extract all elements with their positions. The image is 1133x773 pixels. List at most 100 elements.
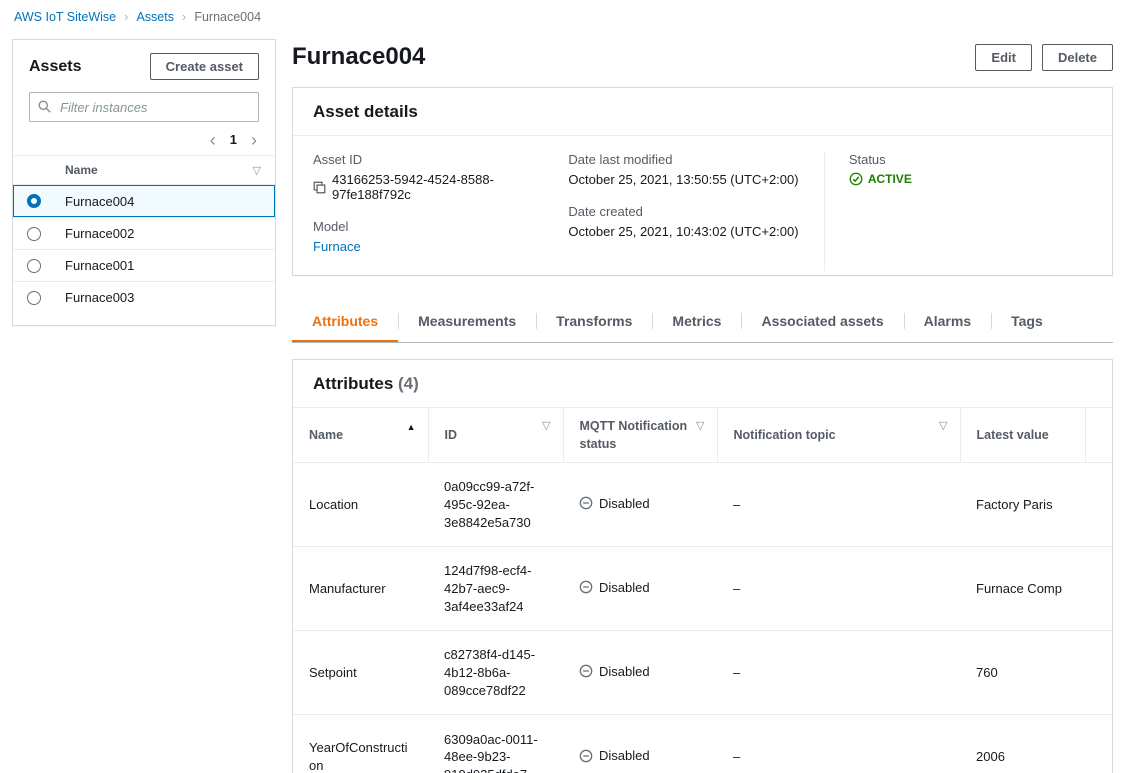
pagination: ‹ 1 ›: [13, 122, 275, 155]
model-link[interactable]: Furnace: [313, 239, 361, 254]
column-header-latest-value[interactable]: Latest value: [960, 408, 1085, 463]
create-asset-button[interactable]: Create asset: [150, 53, 259, 80]
clipped-cell: [1085, 547, 1112, 631]
tab-tags[interactable]: Tags: [991, 302, 1063, 342]
status-value: ACTIVE: [868, 172, 912, 186]
tab-alarms[interactable]: Alarms: [904, 302, 991, 342]
column-label: MQTT Notification status: [580, 419, 688, 451]
attributes-header: Attributes (4): [293, 360, 1112, 408]
radio-unselected-icon[interactable]: [27, 259, 41, 273]
date-modified-value: October 25, 2021, 13:50:55 (UTC+2:00): [568, 172, 823, 187]
attributes-card: Attributes (4) Name ▲ ID: [292, 359, 1113, 773]
attribute-id: 6309a0ac-0011-48ee-9b23-919d025dfde7: [444, 732, 538, 773]
breadcrumb: AWS IoT SiteWise › Assets › Furnace004: [0, 0, 1133, 31]
filter-field: [29, 92, 259, 122]
notification-topic: –: [733, 749, 740, 764]
next-page-icon[interactable]: ›: [251, 133, 257, 147]
mqtt-status: Disabled: [579, 663, 650, 681]
delete-button[interactable]: Delete: [1042, 44, 1113, 71]
column-header-name[interactable]: Name ▲: [293, 408, 428, 463]
name-column-header[interactable]: Name ▽: [13, 155, 275, 185]
column-filter-icon[interactable]: ▽: [542, 419, 550, 435]
asset-details-title: Asset details: [313, 102, 1092, 122]
notification-topic: –: [733, 665, 740, 680]
asset-list-item-furnace002[interactable]: Furnace002: [13, 217, 275, 249]
breadcrumb-link-sitewise[interactable]: AWS IoT SiteWise: [14, 10, 116, 24]
disabled-icon: [579, 749, 593, 763]
assets-panel-title: Assets: [29, 58, 81, 76]
table-header-row: Name ▲ ID ▽ MQTT Notification status ▽: [293, 408, 1112, 463]
mqtt-status-label: Disabled: [599, 579, 650, 597]
asset-list-item-furnace004[interactable]: Furnace004: [13, 185, 275, 217]
attribute-id: c82738f4-d145-4b12-8b6a-089cce78df22: [444, 647, 535, 697]
attribute-name: Manufacturer: [309, 581, 386, 596]
filter-instances-input[interactable]: [29, 92, 259, 122]
radio-unselected-icon[interactable]: [27, 291, 41, 305]
asset-list-item-furnace003[interactable]: Furnace003: [13, 281, 275, 313]
details-column-3: Status ACTIVE: [824, 152, 1092, 271]
column-filter-icon[interactable]: ▽: [253, 164, 261, 177]
latest-value: 2006: [976, 749, 1005, 764]
asset-name: Furnace003: [65, 290, 134, 305]
attributes-table: Name ▲ ID ▽ MQTT Notification status ▽: [293, 408, 1112, 773]
sort-ascending-icon[interactable]: ▲: [407, 421, 416, 434]
assets-panel-header: Assets Create asset: [13, 40, 275, 90]
column-label: ID: [445, 428, 458, 442]
column-header-topic[interactable]: Notification topic ▽: [717, 408, 960, 463]
asset-details-card: Asset details Asset ID 43166253-5942-452…: [292, 87, 1113, 276]
content-area: Assets Create asset ‹ 1 › Name ▽ Furnace…: [0, 31, 1133, 773]
breadcrumb-separator-icon: ›: [182, 9, 186, 24]
mqtt-status-label: Disabled: [599, 495, 650, 513]
column-label: Notification topic: [734, 428, 836, 442]
asset-list-item-furnace001[interactable]: Furnace001: [13, 249, 275, 281]
tab-measurements[interactable]: Measurements: [398, 302, 536, 342]
column-header-mqtt[interactable]: MQTT Notification status ▽: [563, 408, 717, 463]
column-header-id[interactable]: ID ▽: [428, 408, 563, 463]
details-column-2: Date last modified October 25, 2021, 13:…: [568, 152, 823, 271]
asset-name: Furnace004: [65, 194, 134, 209]
breadcrumb-current: Furnace004: [194, 10, 261, 24]
date-created-value: October 25, 2021, 10:43:02 (UTC+2:00): [568, 224, 823, 239]
radio-unselected-icon[interactable]: [27, 227, 41, 241]
main-content: Furnace004 Edit Delete Asset details Ass…: [292, 39, 1113, 773]
breadcrumb-link-assets[interactable]: Assets: [136, 10, 174, 24]
tab-bar: Attributes Measurements Transforms Metri…: [292, 302, 1113, 343]
attribute-name: Location: [309, 497, 358, 512]
tab-metrics[interactable]: Metrics: [652, 302, 741, 342]
asset-name: Furnace002: [65, 226, 134, 241]
radio-selected-icon[interactable]: [27, 194, 41, 208]
column-filter-icon[interactable]: ▽: [939, 419, 947, 435]
previous-page-icon[interactable]: ‹: [210, 133, 216, 147]
model-label: Model: [313, 219, 568, 234]
tab-attributes[interactable]: Attributes: [292, 302, 398, 342]
notification-topic: –: [733, 581, 740, 596]
asset-id-value: 43166253-5942-4524-8588-97fe188f792c: [332, 172, 568, 202]
search-icon: [38, 100, 51, 113]
latest-value: Furnace Comp: [976, 581, 1062, 596]
page-title-row: Furnace004 Edit Delete: [292, 43, 1113, 71]
page-title: Furnace004: [292, 43, 425, 71]
details-column-1: Asset ID 43166253-5942-4524-8588-97fe188…: [313, 152, 568, 271]
edit-button[interactable]: Edit: [975, 44, 1032, 71]
tab-associated-assets[interactable]: Associated assets: [741, 302, 903, 342]
notification-topic: –: [733, 497, 740, 512]
column-filter-icon[interactable]: ▽: [696, 419, 704, 435]
attributes-count: (4): [398, 374, 419, 393]
current-page-number[interactable]: 1: [230, 132, 237, 147]
tab-transforms[interactable]: Transforms: [536, 302, 652, 342]
disabled-icon: [579, 664, 593, 678]
clipped-column-header: [1085, 408, 1112, 463]
check-circle-icon: [849, 172, 863, 186]
copy-icon[interactable]: [313, 181, 326, 194]
table-row: Manufacturer 124d7f98-ecf4-42b7-aec9-3af…: [293, 547, 1112, 631]
latest-value: Factory Paris: [976, 497, 1053, 512]
clipped-cell: [1085, 463, 1112, 547]
table-row: Setpoint c82738f4-d145-4b12-8b6a-089cce7…: [293, 631, 1112, 715]
asset-id-label: Asset ID: [313, 152, 568, 167]
breadcrumb-separator-icon: ›: [124, 9, 128, 24]
assets-panel: Assets Create asset ‹ 1 › Name ▽ Furnace…: [12, 39, 276, 326]
name-column-label: Name: [65, 163, 98, 177]
date-modified-label: Date last modified: [568, 152, 823, 167]
mqtt-status: Disabled: [579, 747, 650, 765]
disabled-icon: [579, 580, 593, 594]
